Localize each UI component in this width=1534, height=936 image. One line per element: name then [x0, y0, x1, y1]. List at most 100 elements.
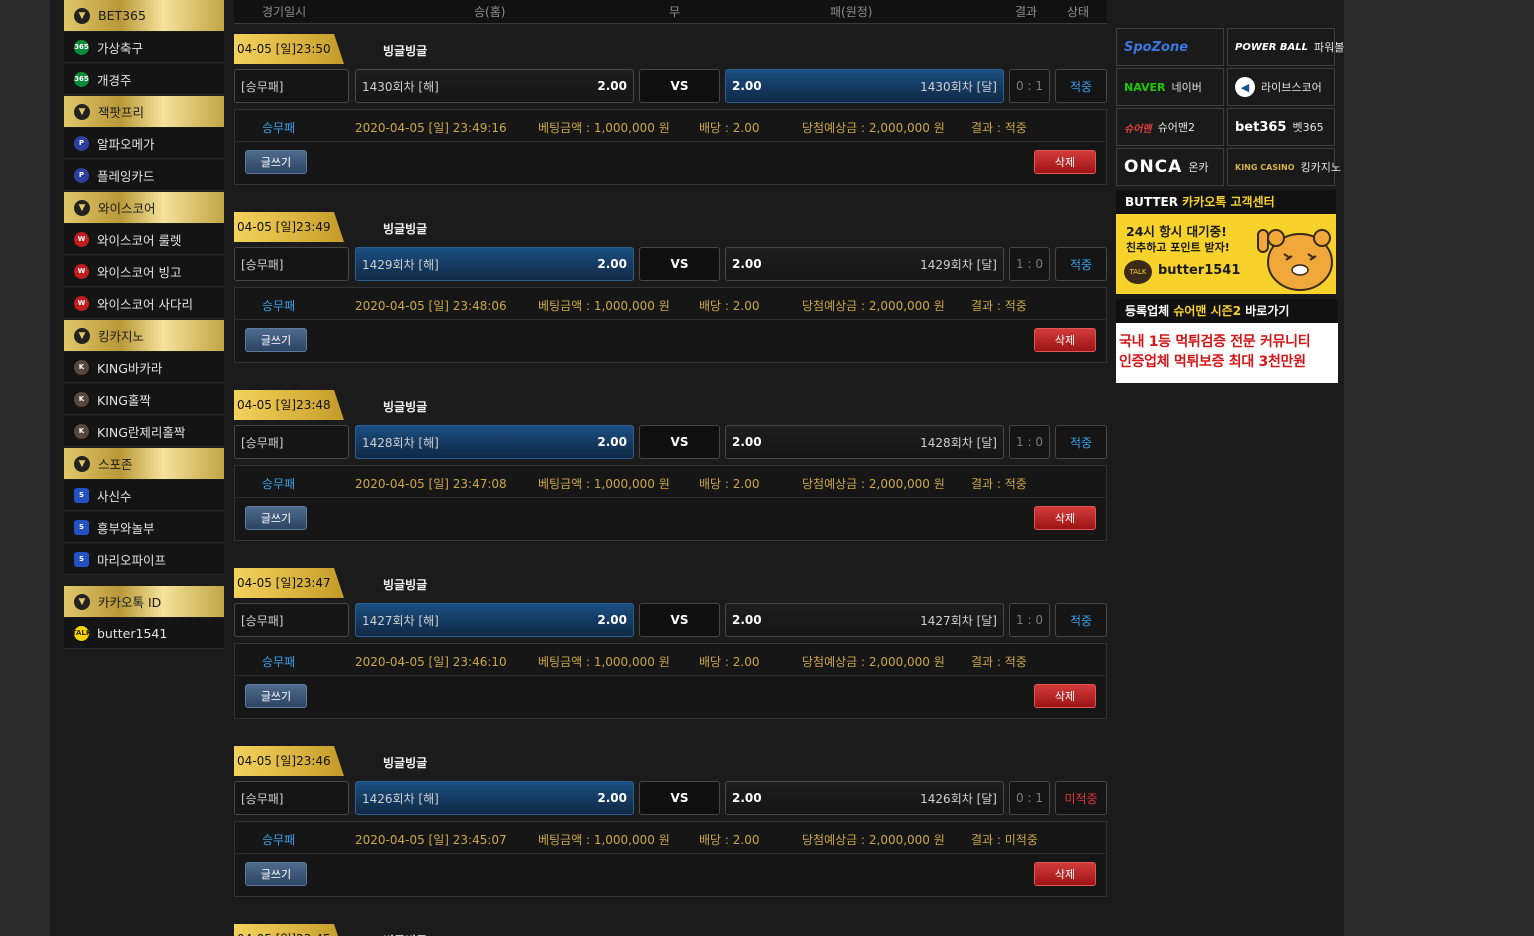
partner-link[interactable]: ONCA 온카 [1116, 148, 1224, 186]
sidebar-item-label: KING란제리홀짝 [97, 424, 186, 440]
home-odds: 2.00 [597, 257, 627, 271]
bet-odds: 배당 : 2.00 [699, 299, 760, 313]
status-badge: 적중 [1055, 425, 1107, 459]
entry-title: 빙글빙글 [383, 756, 428, 770]
bet-detail-row: 승무패 2020-04-05 [일] 23:49:16 베팅금액 : 1,000,0… [234, 109, 1107, 141]
partner-name: 벳365 [1292, 121, 1324, 134]
away-odds: 2.00 [732, 791, 762, 805]
sidebar-category-label: BET365 [98, 8, 146, 23]
write-post-button[interactable]: 글쓰기 [245, 150, 307, 174]
bet-row: [승무패] 1426회차 [해] 2.00 VS 2.00 1426회차 [달] 0 : 1… [234, 781, 1107, 815]
partner-link[interactable]: ◀ 라이브스코어 [1227, 68, 1335, 106]
away-pick-button[interactable]: 2.00 1428회차 [달] [725, 425, 1004, 459]
sidebar-item[interactable]: W 와이스코어 룰렛 [64, 224, 224, 255]
chevron-down-icon: ▼ [74, 7, 90, 24]
sidebar-item[interactable]: 365 개경주 [64, 64, 224, 95]
entry-header: 04-05 [일]23:50 빙글빙글 [234, 34, 1107, 64]
partner-grid: SpoZone POWER BALL 파워볼 NAVER 네이버 ◀ 라이브스코어 슈어맨 슈어… [1116, 28, 1344, 186]
write-post-button[interactable]: 글쓰기 [245, 506, 307, 530]
bet-type-box: [승무패] [234, 247, 349, 281]
sidebar-item[interactable]: S 사신수 [64, 480, 224, 511]
sidebar-item[interactable]: K KING란제리홀짝 [64, 416, 224, 447]
away-pick-button[interactable]: 2.00 1430회차 [달] [725, 69, 1004, 103]
vs-label: VS [639, 603, 720, 637]
vs-label: VS [639, 781, 720, 815]
status-badge: 적중 [1055, 603, 1107, 637]
sidebar-item[interactable]: K KING홀짝 [64, 384, 224, 415]
delete-button[interactable]: 삭제 [1034, 506, 1096, 530]
write-post-button[interactable]: 글쓰기 [245, 328, 307, 352]
sidebar-item[interactable]: K KING바카라 [64, 352, 224, 383]
wscore-icon: W [74, 231, 89, 247]
chevron-down-icon: ▼ [74, 593, 90, 610]
sidebar-item[interactable]: S 마리오파이프 [64, 544, 224, 575]
bet-entry: 04-05 [일]23:46 빙글빙글 [승무패] 1426회차 [해] 2.00 VS 2… [234, 746, 1107, 897]
away-team-label: 1429회차 [달] [920, 257, 997, 272]
entry-actions: 글쓰기 삭제 [234, 141, 1107, 185]
partner-name: 파워볼 [1313, 41, 1345, 54]
sureman-banner-header: 등록업체 슈어맨 시즌2 바로가기 [1116, 299, 1338, 323]
home-pick-button[interactable]: 1428회차 [해] 2.00 [355, 425, 634, 459]
score-box: 0 : 1 [1009, 69, 1050, 103]
entry-header: 04-05 [일]23:47 빙글빙글 [234, 568, 1107, 598]
partner-link[interactable]: SpoZone [1116, 28, 1224, 66]
kakao-banner-line1: 24시 항시 대기중! [1126, 224, 1227, 239]
away-pick-button[interactable]: 2.00 1427회차 [달] [725, 603, 1004, 637]
sidebar-category-kakao[interactable]: ▼ 카카오톡 ID [64, 586, 224, 617]
away-team-label: 1427회차 [달] [920, 613, 997, 628]
sidebar-menu: ▼ BET365 365 가상축구 365 개경주 ▼ 잭팟프리 P 알파오메가 P 플레잉카드 ▼ 와이… [64, 0, 224, 650]
sidebar-kakao-id[interactable]: TALK butter1541 [64, 618, 224, 649]
sidebar-item[interactable]: P 알파오메가 [64, 128, 224, 159]
expected-payout: 당첨예상금 : 2,000,000 원 [802, 299, 945, 313]
write-post-button[interactable]: 글쓰기 [245, 862, 307, 886]
sidebar-category[interactable]: ▼ 와이스코어 [64, 192, 224, 223]
sidebar-category[interactable]: ▼ 킹카지노 [64, 320, 224, 351]
score-box: 1 : 0 [1009, 425, 1050, 459]
entry-title: 빙글빙글 [383, 44, 428, 58]
home-pick-button[interactable]: 1427회차 [해] 2.00 [355, 603, 634, 637]
sidebar-item[interactable]: W 와이스코어 사다리 [64, 288, 224, 319]
expected-payout: 당첨예상금 : 2,000,000 원 [802, 121, 945, 135]
bet-odds: 배당 : 2.00 [699, 833, 760, 847]
sidebar-item[interactable]: W 와이스코어 빙고 [64, 256, 224, 287]
away-odds: 2.00 [732, 79, 762, 93]
home-pick-button[interactable]: 1429회차 [해] 2.00 [355, 247, 634, 281]
partner-link[interactable]: NAVER 네이버 [1116, 68, 1224, 106]
delete-button[interactable]: 삭제 [1034, 328, 1096, 352]
ryan-character-icon [1257, 229, 1333, 291]
partner-link[interactable]: 슈어맨 슈어맨2 [1116, 108, 1224, 146]
away-pick-button[interactable]: 2.00 1429회차 [달] [725, 247, 1004, 281]
delete-button[interactable]: 삭제 [1034, 684, 1096, 708]
partner-logo-spo: SpoZone [1124, 39, 1189, 55]
home-team-label: 1427회차 [해] [362, 613, 439, 628]
sureman-banner[interactable]: 등록업체 슈어맨 시즌2 바로가기 국내 1등 먹튀검증 전문 커뮤니티 인증업… [1116, 299, 1338, 383]
sidebar-item[interactable]: 365 가상축구 [64, 32, 224, 63]
sidebar-category[interactable]: ▼ 잭팟프리 [64, 96, 224, 127]
entry-title: 빙글빙글 [383, 578, 428, 592]
partner-link[interactable]: POWER BALL 파워볼 [1227, 28, 1344, 66]
kakao-support-banner[interactable]: BUTTER 카카오톡 고객센터 24시 항시 대기중! 친추하고 포인트 받자… [1116, 190, 1336, 294]
home-odds: 2.00 [597, 79, 627, 93]
sidebar-item-label: 와이스코어 빙고 [97, 264, 182, 280]
sidebar-category[interactable]: ▼ BET365 [64, 0, 224, 31]
away-team-label: 1426회차 [달] [920, 791, 997, 806]
write-post-button[interactable]: 글쓰기 [245, 684, 307, 708]
score-box: 0 : 1 [1009, 781, 1050, 815]
expected-payout: 당첨예상금 : 2,000,000 원 [802, 833, 945, 847]
partner-link[interactable]: KING CASINO 킹카지노 [1227, 148, 1341, 186]
sureman-banner-pre: 등록업체 [1125, 304, 1174, 318]
sidebar-category[interactable]: ▼ 스포존 [64, 448, 224, 479]
delete-button[interactable]: 삭제 [1034, 862, 1096, 886]
partner-link[interactable]: bet365 벳365 [1227, 108, 1335, 146]
sidebar-item[interactable]: P 플레잉카드 [64, 160, 224, 191]
delete-button[interactable]: 삭제 [1034, 150, 1096, 174]
header-home: 승(홈) [474, 5, 506, 19]
home-pick-button[interactable]: 1430회차 [해] 2.00 [355, 69, 634, 103]
bet-kind-label: 승무패 [262, 655, 296, 669]
sureman-banner-name: 슈어맨 시즌2 [1173, 304, 1242, 318]
sidebar-item[interactable]: S 흥부와놀부 [64, 512, 224, 543]
home-pick-button[interactable]: 1426회차 [해] 2.00 [355, 781, 634, 815]
bet-kind-label: 승무패 [262, 477, 296, 491]
away-pick-button[interactable]: 2.00 1426회차 [달] [725, 781, 1004, 815]
bet-row: [승무패] 1430회차 [해] 2.00 VS 2.00 1430회차 [달] 0 : 1… [234, 69, 1107, 103]
